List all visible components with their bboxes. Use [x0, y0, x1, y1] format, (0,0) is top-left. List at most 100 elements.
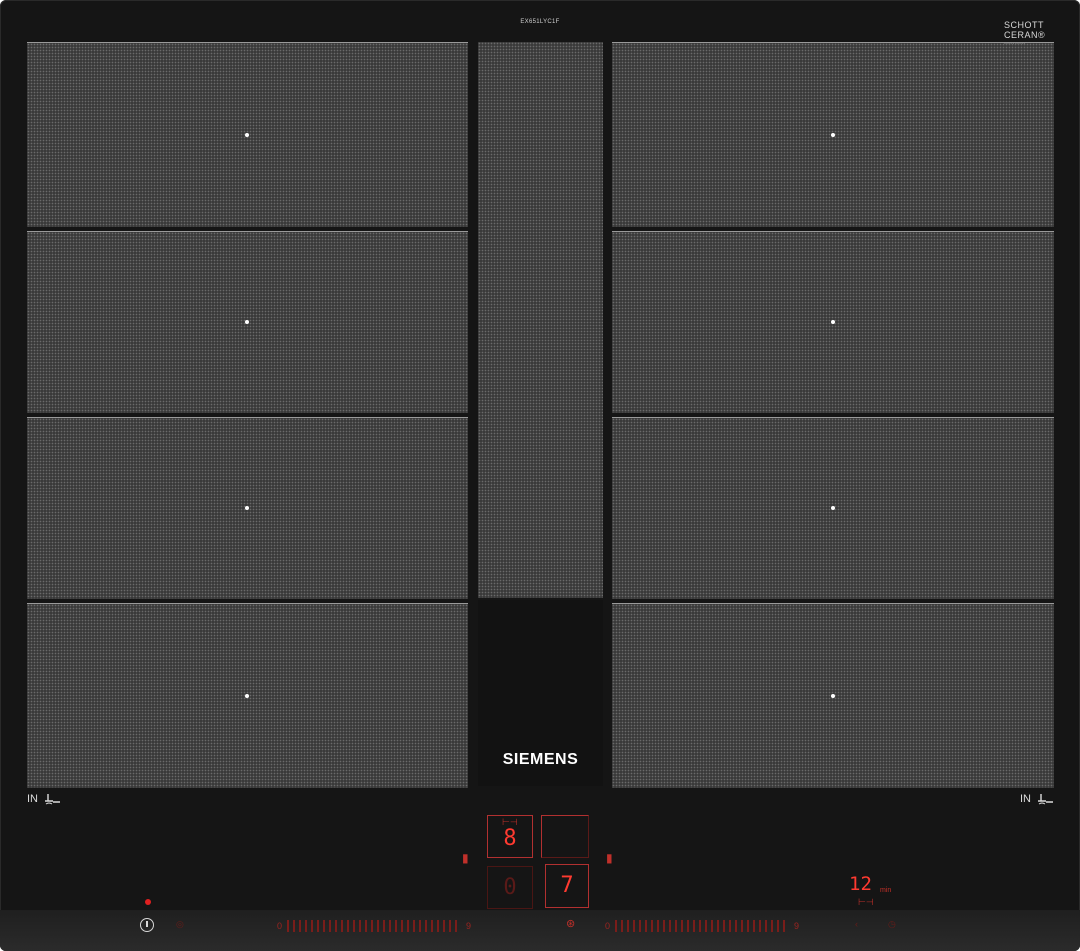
slider-tick	[359, 920, 362, 932]
slider-tick	[323, 920, 326, 932]
slider-tick	[621, 920, 624, 932]
slider-tick	[777, 920, 780, 932]
glass-brand-line1: SCHOTT	[1004, 20, 1044, 30]
slider-tick	[311, 920, 314, 932]
slider-tick	[401, 920, 404, 932]
center-zone-strip	[478, 42, 603, 598]
cooking-zone-left-3[interactable]	[27, 417, 468, 599]
boost-icon[interactable]: ⊛	[566, 919, 575, 930]
slider-tick	[431, 920, 434, 932]
induction-label-text: IN	[1020, 793, 1031, 805]
cooking-zone-right-3[interactable]	[612, 417, 1054, 599]
zone-display-bottom-right[interactable]: 7	[545, 864, 589, 908]
slider-tick	[651, 920, 654, 932]
lock-icon[interactable]: ◎	[176, 920, 184, 929]
slider-tick	[353, 920, 356, 932]
slider-tick	[687, 920, 690, 932]
zone-level-digit: 7	[560, 873, 574, 898]
induction-label-left: IN	[27, 793, 62, 805]
slider-tick	[335, 920, 338, 932]
slider-tick	[455, 920, 458, 932]
slider-tick	[389, 920, 392, 932]
slider-tick	[293, 920, 296, 932]
control-strip	[0, 910, 1080, 951]
slider-tick	[413, 920, 416, 932]
zone-display-bottom-left[interactable]: 0	[487, 866, 533, 909]
zone-level-digit: 8	[503, 826, 517, 851]
glass-brand-line2: CERAN®	[1004, 30, 1046, 40]
cooking-zone-left-2[interactable]	[27, 231, 468, 413]
cooking-zone-left-4[interactable]	[27, 603, 468, 788]
zone-center-marker	[831, 320, 835, 324]
zone-level-digit: 0	[503, 875, 517, 900]
zone-center-marker	[245, 506, 249, 510]
slider-tick	[663, 920, 666, 932]
model-label: EX651LYC1F	[520, 19, 560, 25]
slider-tick	[365, 920, 368, 932]
slider-tick	[657, 920, 660, 932]
induction-pan-icon	[1038, 794, 1053, 805]
slider-start-label: 0	[277, 921, 283, 931]
cooking-zone-right-4[interactable]	[612, 603, 1054, 788]
zone-center-marker	[245, 133, 249, 137]
slider-tick	[443, 920, 446, 932]
cooktop-surface: EX651LYC1F SCHOTT CERAN® 9000260644 SIEM…	[0, 0, 1080, 951]
slider-tick	[627, 920, 630, 932]
slider-tick	[317, 920, 320, 932]
brand-logo: SIEMENS	[502, 751, 579, 768]
zone-center-marker	[831, 694, 835, 698]
timer-unit: min	[880, 887, 892, 894]
zone-link-icon-right[interactable]: ▮	[606, 852, 613, 864]
power-indicator-light	[145, 899, 151, 905]
slider-tick	[615, 920, 618, 932]
glass-brand-logo: SCHOTT CERAN® 9000260644	[1004, 20, 1060, 46]
cooking-zone-right-2[interactable]	[612, 231, 1054, 413]
slider-end-label: 9	[794, 921, 800, 931]
cooking-zone-right-1[interactable]	[612, 42, 1054, 227]
zone-center-marker	[245, 320, 249, 324]
timer-duration-icon[interactable]: ⊢⊣	[858, 898, 874, 907]
slider-tick	[377, 920, 380, 932]
slider-tick	[633, 920, 636, 932]
slider-tick	[645, 920, 648, 932]
slider-tick	[371, 920, 374, 932]
power-icon[interactable]	[140, 918, 154, 932]
zone-display-top-left[interactable]: ⊢⊣ 8	[487, 815, 533, 858]
slider-tick	[699, 920, 702, 932]
slider-tick	[341, 920, 344, 932]
slider-tick	[419, 920, 422, 932]
slider-tick	[425, 920, 428, 932]
zone-center-marker	[831, 506, 835, 510]
slider-tick	[771, 920, 774, 932]
induction-label-text: IN	[27, 793, 38, 805]
slider-tick	[407, 920, 410, 932]
slider-tick	[783, 920, 786, 932]
slider-tick	[693, 920, 696, 932]
power-slider-right[interactable]: 0 9	[600, 919, 804, 933]
zone-display-top-right[interactable]	[541, 815, 589, 858]
slider-tick	[735, 920, 738, 932]
slider-tick	[747, 920, 750, 932]
slider-tick	[287, 920, 290, 932]
timer-clock-icon[interactable]: ◷	[888, 920, 896, 929]
slider-tick	[759, 920, 762, 932]
power-slider-left[interactable]: 0 9	[272, 919, 476, 933]
slider-tick	[305, 920, 308, 932]
slider-tick	[669, 920, 672, 932]
timer-minus-icon[interactable]: ‹	[855, 920, 858, 929]
timer-display: 12	[849, 873, 872, 895]
slider-tick	[639, 920, 642, 932]
slider-tick	[723, 920, 726, 932]
slider-tick	[299, 920, 302, 932]
slider-tick	[705, 920, 708, 932]
slider-end-label: 9	[466, 921, 472, 931]
cooking-zone-left-1[interactable]	[27, 42, 468, 227]
slider-tick	[329, 920, 332, 932]
zone-link-icon-left[interactable]: ▮	[462, 852, 469, 864]
glass-brand-fine: 9000260644	[1004, 41, 1026, 45]
zone-center-marker	[831, 133, 835, 137]
slider-tick	[711, 920, 714, 932]
slider-start-label: 0	[605, 921, 611, 931]
induction-label-right: IN	[1020, 793, 1055, 805]
slider-tick	[347, 920, 350, 932]
